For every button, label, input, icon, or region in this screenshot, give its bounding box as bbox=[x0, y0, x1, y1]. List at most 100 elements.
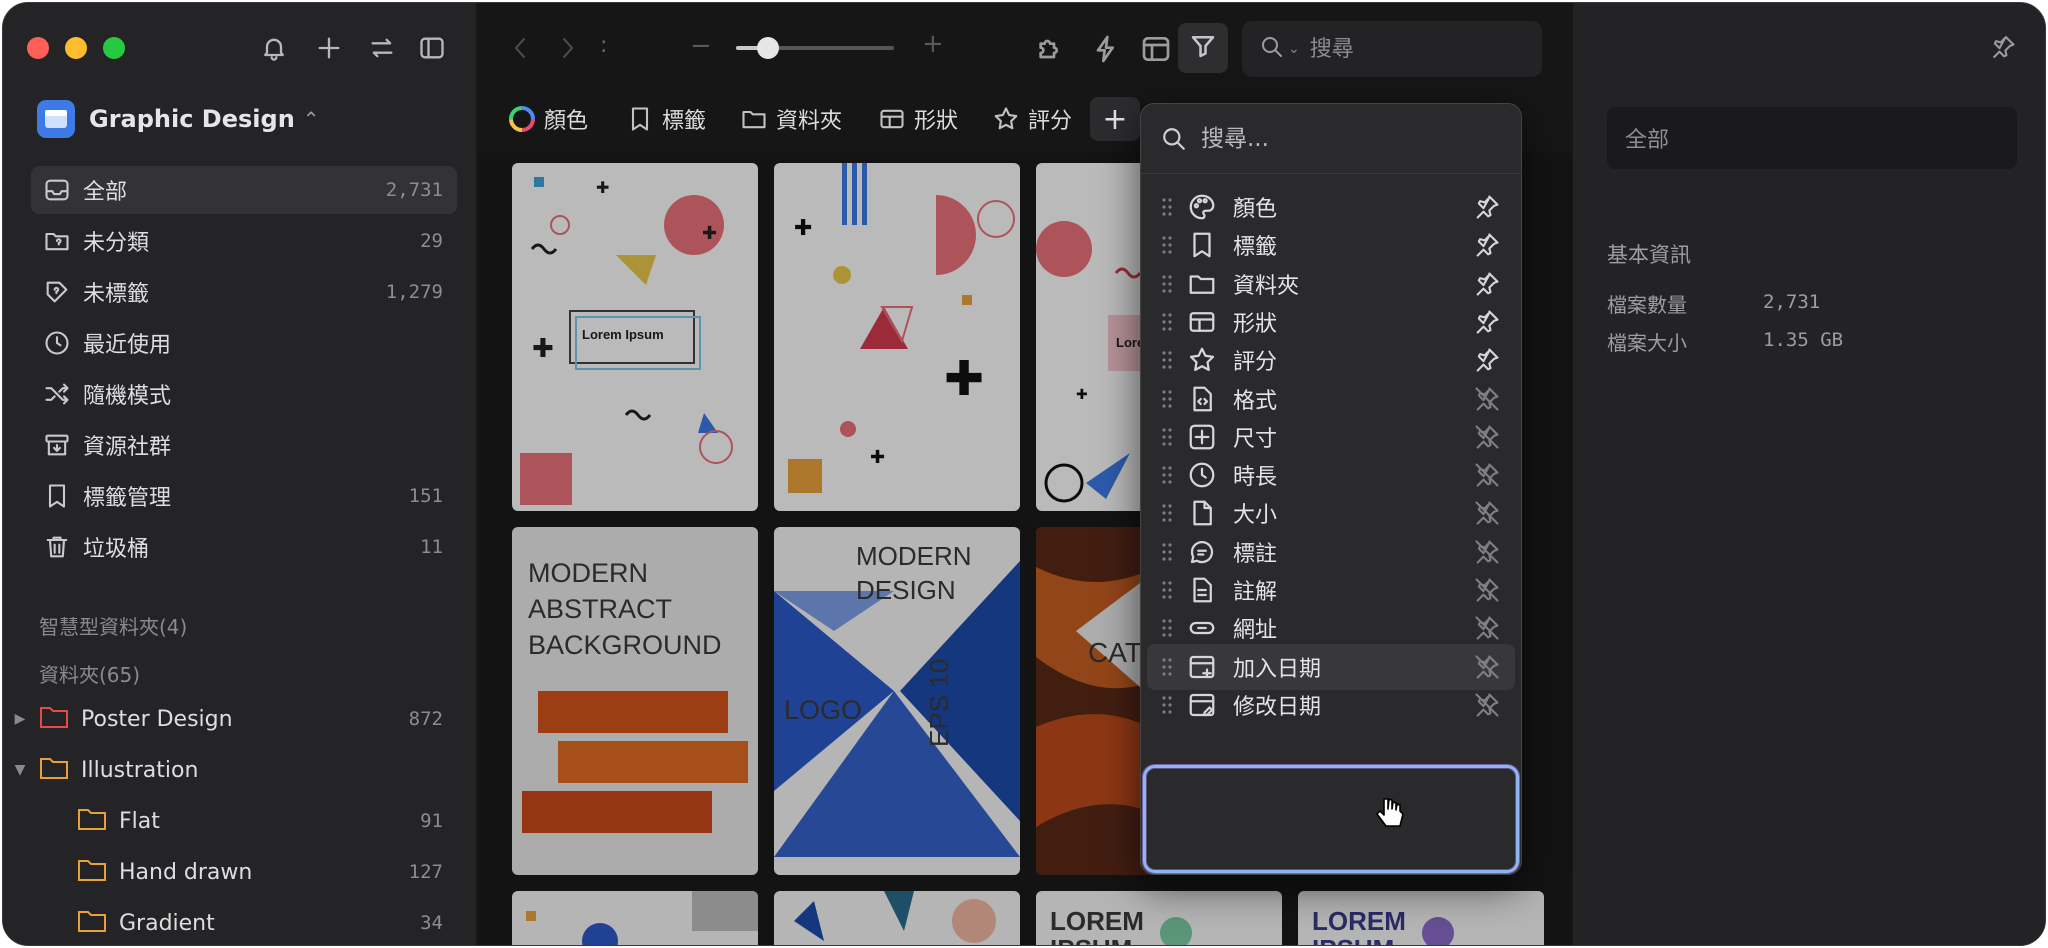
unpin-icon[interactable] bbox=[1473, 538, 1501, 566]
more-dots-icon[interactable]: : bbox=[600, 33, 607, 58]
filter-chip-shape[interactable]: 形狀 bbox=[878, 97, 958, 141]
palette-icon bbox=[1187, 192, 1233, 222]
back-icon[interactable] bbox=[510, 35, 532, 65]
drag-handle-icon[interactable] bbox=[1147, 542, 1187, 562]
nav-item-untagged[interactable]: 未標籤 1,279 bbox=[31, 268, 457, 316]
folder-icon bbox=[742, 110, 766, 129]
add-filter-button[interactable]: + bbox=[1090, 97, 1140, 141]
drag-handle-icon[interactable] bbox=[1147, 503, 1187, 523]
folder-icon bbox=[77, 857, 107, 887]
drag-handle-icon[interactable] bbox=[1147, 618, 1187, 638]
folder-label: Hand drawn bbox=[119, 859, 253, 885]
inspector-name-field[interactable]: 全部 bbox=[1607, 107, 2017, 169]
nav-label: 隨機模式 bbox=[83, 384, 172, 409]
filter-option-label: 資料夾 bbox=[1233, 273, 1300, 299]
folder-illustration[interactable]: ▼ Illustration bbox=[9, 746, 435, 794]
bell-icon[interactable] bbox=[257, 31, 291, 65]
zoom-window-button[interactable] bbox=[103, 37, 125, 59]
folder-flat[interactable]: Flat 91 bbox=[77, 797, 503, 845]
folder-label: Flat bbox=[119, 808, 160, 834]
drag-handle-icon[interactable] bbox=[1147, 274, 1187, 294]
zoom-in-icon[interactable]: + bbox=[922, 29, 944, 59]
close-window-button[interactable] bbox=[27, 37, 49, 59]
library-switcher[interactable]: Graphic Design ⌃ bbox=[37, 99, 320, 139]
filter-chip-folder[interactable]: 資料夾 bbox=[740, 97, 842, 141]
folders-header[interactable]: 資料夾(65) bbox=[39, 659, 140, 688]
zoom-out-icon[interactable]: − bbox=[690, 31, 712, 61]
pin-icon[interactable] bbox=[1473, 193, 1501, 221]
nav-label: 資源社群 bbox=[83, 435, 172, 460]
bookmark-icon bbox=[31, 482, 83, 510]
smart-folders-header[interactable]: 智慧型資料夾(4) bbox=[39, 611, 187, 640]
search-box[interactable]: ⌄ bbox=[1242, 21, 1542, 77]
unpin-icon[interactable] bbox=[1473, 461, 1501, 489]
folder-icon bbox=[77, 908, 107, 938]
drag-handle-icon[interactable] bbox=[1147, 350, 1187, 370]
bolt-icon[interactable] bbox=[1090, 33, 1122, 69]
forward-icon[interactable] bbox=[556, 35, 578, 65]
nav-item-uncategorized[interactable]: 未分類 29 bbox=[31, 217, 457, 265]
filter-options-popover: 顏色標籤資料夾形狀評分格式尺寸時長大小標註註解網址加入日期修改日期 bbox=[1140, 103, 1522, 875]
zoom-slider[interactable] bbox=[736, 37, 894, 59]
filter-option-label: 加入日期 bbox=[1233, 656, 1322, 682]
folder-hand-drawn[interactable]: Hand drawn 127 bbox=[77, 848, 503, 896]
filter-option-label: 形狀 bbox=[1233, 311, 1278, 337]
minimize-window-button[interactable] bbox=[65, 37, 87, 59]
unpin-icon[interactable] bbox=[1473, 385, 1501, 413]
nav-item-community[interactable]: 資源社群 bbox=[31, 421, 457, 469]
filter-chip-color[interactable]: 顏色 bbox=[508, 97, 588, 141]
drag-handle-icon[interactable] bbox=[1147, 695, 1187, 715]
pin-icon[interactable] bbox=[1473, 231, 1501, 259]
unpin-icon[interactable] bbox=[1473, 653, 1501, 681]
drag-handle-icon[interactable] bbox=[1147, 389, 1187, 409]
folder-poster-design[interactable]: ▶ Poster Design 872 bbox=[9, 695, 443, 743]
unpin-icon[interactable] bbox=[1473, 499, 1501, 527]
pin-icon[interactable] bbox=[1473, 270, 1501, 298]
drag-handle-icon[interactable] bbox=[1147, 312, 1187, 332]
filter-chip-rating[interactable]: 評分 bbox=[992, 97, 1072, 141]
filter-button[interactable] bbox=[1178, 23, 1228, 73]
filter-option-item[interactable]: 修改日期 bbox=[1147, 682, 1515, 728]
pin-icon[interactable] bbox=[1473, 308, 1501, 336]
chevron-down-icon[interactable]: ▼ bbox=[9, 762, 31, 778]
folder-label: Poster Design bbox=[81, 706, 233, 732]
nav-count: 29 bbox=[420, 230, 443, 252]
inspector-row-label: 檔案大小 bbox=[1607, 331, 1687, 355]
nav-item-recent[interactable]: 最近使用 bbox=[31, 319, 457, 367]
filter-chip-label: 顏色 bbox=[544, 109, 589, 134]
calendar-add-icon bbox=[1187, 652, 1233, 682]
folder-icon bbox=[39, 704, 69, 734]
drag-handle-icon[interactable] bbox=[1147, 465, 1187, 485]
nav-item-random[interactable]: 隨機模式 bbox=[31, 370, 457, 418]
drag-handle-icon[interactable] bbox=[1147, 427, 1187, 447]
popover-search-input[interactable] bbox=[1201, 125, 1481, 152]
chevron-down-icon[interactable]: ⌄ bbox=[1288, 41, 1300, 57]
filter-chip-tag[interactable]: 標籤 bbox=[626, 97, 706, 141]
folder-gradient[interactable]: Gradient 34 bbox=[77, 899, 503, 945]
drag-handle-icon[interactable] bbox=[1147, 197, 1187, 217]
filter-chip-label: 資料夾 bbox=[776, 109, 843, 134]
drag-handle-icon[interactable] bbox=[1147, 235, 1187, 255]
layout-icon[interactable] bbox=[1140, 33, 1172, 69]
nav-count: 151 bbox=[408, 485, 443, 507]
drag-handle-icon[interactable] bbox=[1147, 657, 1187, 677]
pin-icon[interactable] bbox=[1989, 33, 2017, 65]
unpin-icon[interactable] bbox=[1473, 423, 1501, 451]
swap-icon[interactable] bbox=[365, 31, 399, 65]
zoom-slider-thumb[interactable] bbox=[756, 37, 779, 59]
puzzle-icon[interactable] bbox=[1034, 33, 1066, 69]
color-wheel-icon bbox=[509, 106, 535, 132]
nav-item-all[interactable]: 全部 2,731 bbox=[31, 166, 457, 214]
nav-item-tag-manager[interactable]: 標籤管理 151 bbox=[31, 472, 457, 520]
drag-handle-icon[interactable] bbox=[1147, 580, 1187, 600]
pin-icon[interactable] bbox=[1473, 346, 1501, 374]
popover-search[interactable] bbox=[1141, 104, 1521, 174]
unpin-icon[interactable] bbox=[1473, 691, 1501, 719]
unpin-icon[interactable] bbox=[1473, 614, 1501, 642]
nav-item-trash[interactable]: 垃圾桶 11 bbox=[31, 523, 457, 571]
chevron-right-icon[interactable]: ▶ bbox=[9, 711, 31, 727]
sidebar-toggle-icon[interactable] bbox=[415, 31, 449, 65]
add-icon[interactable] bbox=[312, 31, 346, 65]
unpin-icon[interactable] bbox=[1473, 576, 1501, 604]
search-input[interactable] bbox=[1309, 36, 1510, 62]
